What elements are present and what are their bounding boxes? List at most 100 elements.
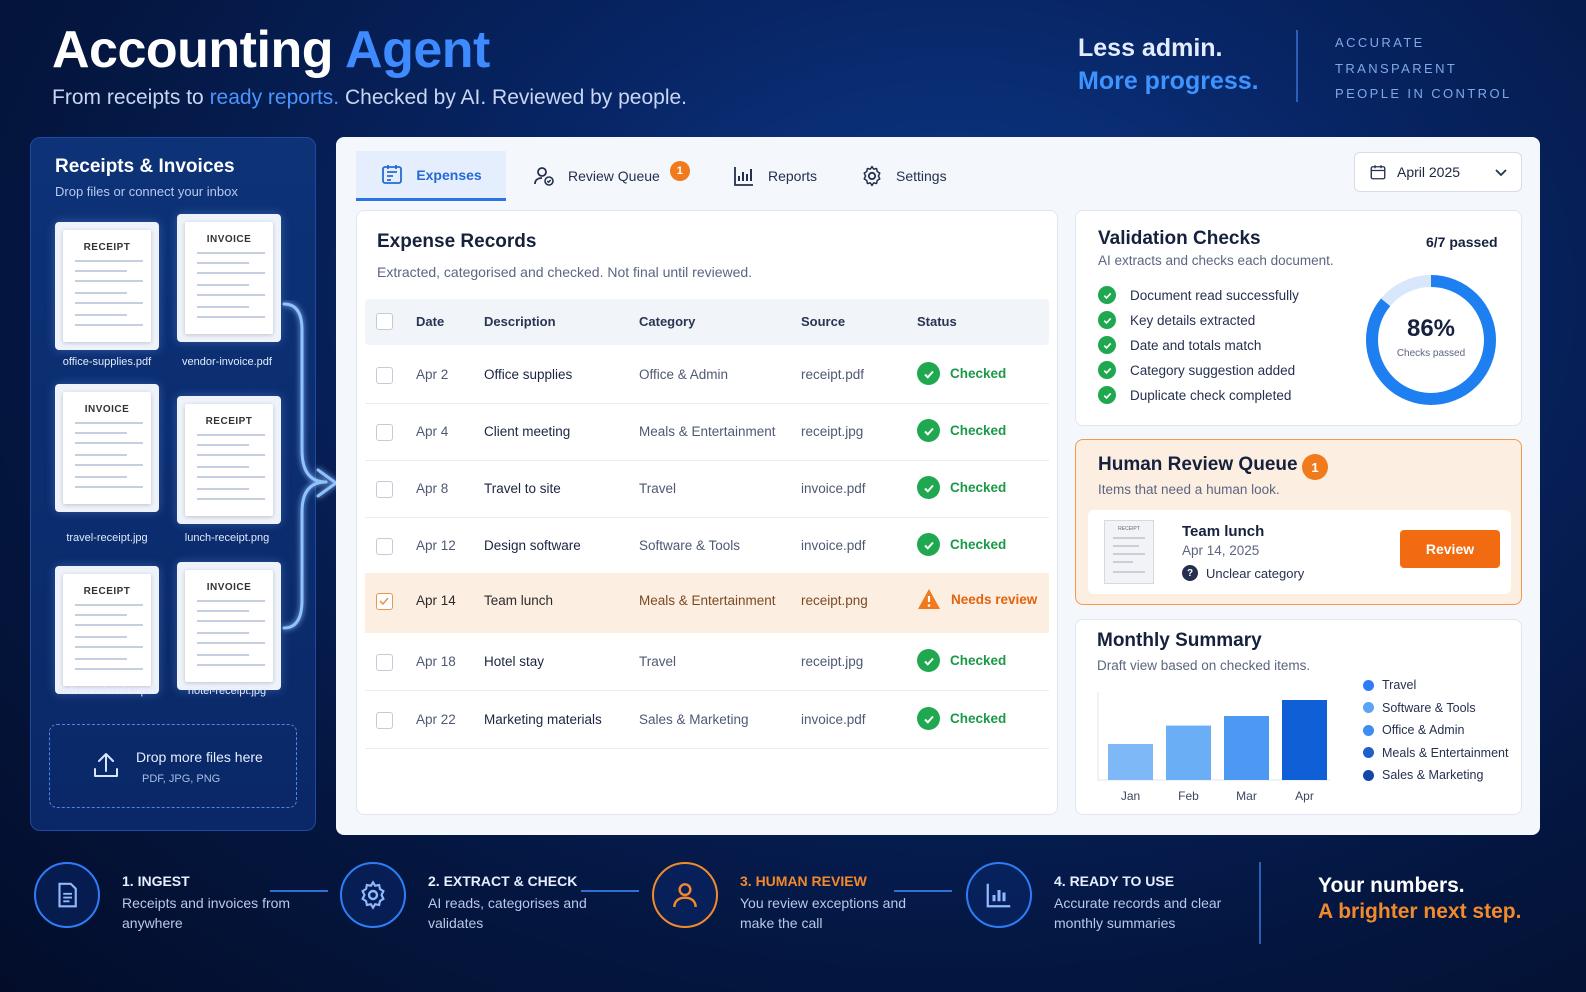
cell-source[interactable]: invoice.pdf xyxy=(801,712,866,727)
validation-passed-count: 6/7 passed xyxy=(1426,234,1498,250)
legend-dot xyxy=(1363,702,1374,714)
table-row[interactable]: Apr 8 Travel to site Travel invoice.pdf Chec… xyxy=(365,461,1049,518)
table-row-flagged[interactable]: Apr 14 Team lunch Meals & Entertainment rec… xyxy=(365,573,1049,633)
cell-description: Marketing materials xyxy=(484,712,602,727)
row-checkbox[interactable] xyxy=(376,593,393,610)
status-text: Needs review xyxy=(951,591,1038,607)
validation-check-text: Duplicate check completed xyxy=(1130,387,1292,403)
value-item: PEOPLE IN CONTROL xyxy=(1335,86,1512,101)
bar-chart-icon xyxy=(734,167,753,186)
chart-tick-label: Jan xyxy=(1121,789,1140,803)
tab-reports[interactable]: Reports xyxy=(732,151,817,201)
cell-description: Travel to site xyxy=(484,481,561,496)
receipts-panel-title: Receipts & Invoices xyxy=(55,156,235,177)
validation-checks-card: Validation Checks 6/7 passed AI extracts… xyxy=(1075,210,1522,426)
cell-date: Apr 14 xyxy=(416,593,456,608)
monthly-bar-chart: Jan Feb Mar Apr xyxy=(1097,692,1330,803)
footer-line2: A brighter next step. xyxy=(1318,900,1522,923)
row-checkbox[interactable] xyxy=(376,712,393,729)
file-type-label: INVOICE xyxy=(206,582,252,593)
expense-records-subtitle: Extracted, categorised and checked. Not … xyxy=(377,264,753,280)
check-circle-icon xyxy=(1098,386,1116,404)
drop-zone[interactable]: Drop more files here PDF, JPG, PNG xyxy=(49,724,297,808)
file-name: software-invoice.pdf xyxy=(58,685,156,697)
cell-source[interactable]: receipt.png xyxy=(801,593,868,608)
cell-source[interactable]: receipt.jpg xyxy=(801,654,863,669)
check-circle-icon xyxy=(917,707,940,730)
file-type-label: INVOICE xyxy=(84,404,130,415)
check-circle-icon xyxy=(1098,336,1116,354)
tab-expenses[interactable]: Expenses xyxy=(356,151,506,201)
table-row[interactable]: Apr 18 Hotel stay Travel receipt.jpg Checked xyxy=(365,634,1049,691)
table-row[interactable]: Apr 2 Office supplies Office & Admin receip… xyxy=(365,347,1049,404)
bar-chart-icon xyxy=(966,862,1032,928)
validation-subtitle: AI extracts and checks each document. xyxy=(1098,253,1334,268)
select-all-checkbox[interactable] xyxy=(376,313,393,330)
tab-expenses-label: Expenses xyxy=(416,166,482,183)
table-row[interactable]: Apr 22 Marketing materials Sales & Marketi… xyxy=(365,692,1049,749)
col-description: Description xyxy=(484,314,556,329)
receipt-thumbnail: RECEIPT xyxy=(1104,520,1154,584)
warning-icon xyxy=(918,589,940,609)
monthly-summary-card: Monthly Summary Draft view based on chec… xyxy=(1075,619,1522,815)
status-badge: Needs review xyxy=(917,588,1037,610)
cell-source[interactable]: receipt.pdf xyxy=(801,367,864,382)
legend-item: Software & Tools xyxy=(1363,701,1476,715)
validation-check-text: Key details extracted xyxy=(1130,312,1256,328)
row-checkbox[interactable] xyxy=(376,367,393,384)
file-thumbnail[interactable]: INVOICE xyxy=(177,562,281,690)
step-description: AI reads, categorises and validates xyxy=(428,895,587,931)
step-description: Receipts and invoices from anywhere xyxy=(122,895,291,931)
legend-item: Sales & Marketing xyxy=(1363,768,1483,782)
row-checkbox[interactable] xyxy=(376,654,393,671)
file-thumbnail[interactable]: INVOICE xyxy=(55,384,159,512)
validation-check-item: Date and totals match xyxy=(1098,336,1261,354)
cell-description: Office supplies xyxy=(484,367,573,382)
tab-settings[interactable]: Settings xyxy=(860,151,947,201)
cell-source[interactable]: invoice.pdf xyxy=(801,481,866,496)
review-button[interactable]: Review xyxy=(1400,530,1500,568)
table-row[interactable]: Apr 12 Design software Software & Tools inv… xyxy=(365,518,1049,575)
legend-label: Software & Tools xyxy=(1382,700,1476,715)
review-item-name: Team lunch xyxy=(1182,523,1265,540)
drop-zone-title: Drop more files here xyxy=(136,749,263,765)
cell-source[interactable]: receipt.jpg xyxy=(801,424,863,439)
tab-review-queue[interactable]: Review Queue 1 xyxy=(532,151,690,201)
file-thumbnail[interactable]: INVOICE xyxy=(177,214,281,342)
subtitle-part-a: From receipts to xyxy=(52,86,204,109)
file-thumbnail[interactable]: RECEIPT xyxy=(55,222,159,350)
table-row[interactable]: Apr 4 Client meeting Meals & Entertainment… xyxy=(365,404,1049,461)
legend-dot xyxy=(1363,724,1374,736)
validation-check-item: Category suggestion added xyxy=(1098,361,1295,379)
cell-description: Team lunch xyxy=(484,593,554,608)
row-checkbox[interactable] xyxy=(376,538,393,555)
header-divider xyxy=(1296,30,1298,102)
file-thumbnail[interactable]: RECEIPT xyxy=(55,566,159,694)
chart-bar-apr xyxy=(1282,700,1327,780)
drop-zone-formats: PDF, JPG, PNG xyxy=(142,773,221,785)
row-checkbox[interactable] xyxy=(376,481,393,498)
chart-bar-feb xyxy=(1166,725,1211,780)
row-checkbox[interactable] xyxy=(376,424,393,441)
chart-bar-mar xyxy=(1224,716,1269,780)
footer-divider xyxy=(1259,862,1261,944)
cell-source[interactable]: invoice.pdf xyxy=(801,538,866,553)
monthly-summary-subtitle: Draft view based on checked items. xyxy=(1097,658,1311,673)
legend-label: Sales & Marketing xyxy=(1382,768,1484,783)
human-review-title: Human Review Queue xyxy=(1098,454,1298,475)
step-title: 3. HUMAN REVIEW xyxy=(740,873,867,889)
page-title: Accounting Agent xyxy=(52,20,490,80)
monthly-summary-title: Monthly Summary xyxy=(1097,630,1262,651)
cell-date: Apr 4 xyxy=(416,424,449,439)
col-date: Date xyxy=(416,314,445,329)
month-select[interactable]: April 2025 xyxy=(1354,152,1522,192)
gear-icon xyxy=(863,165,881,187)
legend-item: Meals & Entertainment xyxy=(1363,746,1508,760)
validation-check-text: Document read successfully xyxy=(1130,287,1299,303)
status-text: Checked xyxy=(950,480,1007,495)
value-item: TRANSPARENT xyxy=(1335,60,1458,76)
person-icon xyxy=(652,862,718,928)
main-panel: Expenses Review Queue 1 Reports Settings… xyxy=(336,137,1540,835)
file-thumbnail[interactable]: RECEIPT xyxy=(177,396,281,524)
subtitle-part-b: Checked by AI. Reviewed by people. xyxy=(344,86,688,109)
